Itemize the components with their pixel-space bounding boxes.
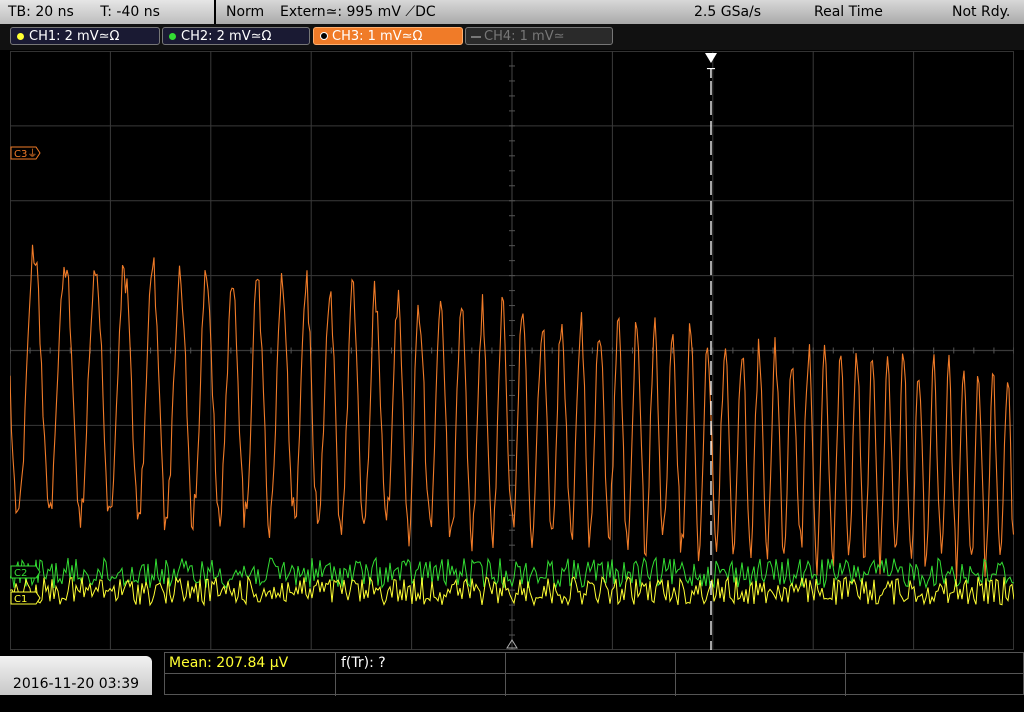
trigger-time-label: T: -40 ns <box>100 4 160 20</box>
trigger-marker-label: T <box>706 67 715 82</box>
channel-2-indicator-icon <box>169 33 176 40</box>
date-time-label: 2016-11-20 03:39 <box>12 676 140 692</box>
measurement-divider <box>505 653 506 696</box>
channel-2-button[interactable]: CH2: 2 mV≃Ω <box>162 27 310 45</box>
trigger-source: Extern≃: 995 mV ⟋DC <box>280 4 436 20</box>
channel-3-button[interactable]: CH3: 1 mV≃Ω <box>313 27 463 45</box>
channel-1-reference-marker: C1 <box>10 591 41 605</box>
channel-2-label: CH2: 2 mV≃Ω <box>181 29 272 44</box>
timebase-box[interactable]: TB: 20 ns T: -40 ns <box>0 0 214 24</box>
measurement-divider <box>165 673 1024 674</box>
waveform-plot[interactable]: T C3⏚ C2 C1 <box>10 51 1014 650</box>
channel-3-reference-marker: C3⏚ <box>10 146 41 160</box>
measurement-divider <box>845 653 846 696</box>
graticule-grid <box>10 51 1014 650</box>
acquisition-mode: Real Time <box>814 4 883 20</box>
channel-bar: CH1: 2 mV≃Ω CH2: 2 mV≃Ω CH3: 1 mV≃Ω CH4:… <box>0 24 1024 50</box>
acquisition-status[interactable]: Norm Extern≃: 995 mV ⟋DC 2.5 GSa/s Real … <box>216 0 1024 24</box>
date-time-display: 2016-11-20 03:39 <box>0 656 152 695</box>
channel-2-reference-marker: C2 <box>10 565 41 579</box>
channel-1-label: CH1: 2 mV≃Ω <box>29 29 120 44</box>
channel-2-reference-marker-text: C2 <box>14 568 27 579</box>
top-status-bar: TB: 20 ns T: -40 ns Norm Extern≃: 995 mV… <box>0 0 1024 24</box>
channel-4-off-icon <box>471 36 481 38</box>
mean-measurement: Mean: 207.84 µV <box>169 655 289 671</box>
channel-1-indicator-icon <box>17 33 24 40</box>
channel-3-reference-marker-text: C3⏚ <box>14 148 37 160</box>
measurement-panel[interactable]: Mean: 207.84 µV f(Tr): ? <box>164 652 1024 696</box>
channel-1-reference-marker-text: C1 <box>14 594 27 605</box>
measurement-divider <box>335 653 336 696</box>
channel-4-button[interactable]: CH4: 1 mV≃ <box>465 27 613 45</box>
frequency-measurement: f(Tr): ? <box>341 655 386 671</box>
trigger-mode: Norm <box>226 4 265 20</box>
channel-3-indicator-icon <box>320 32 328 40</box>
trigger-arrow-icon <box>705 53 717 63</box>
sample-rate: 2.5 GSa/s <box>694 4 762 20</box>
timebase-label: TB: 20 ns <box>8 4 74 20</box>
channel-1-button[interactable]: CH1: 2 mV≃Ω <box>10 27 160 45</box>
channel-3-label: CH3: 1 mV≃Ω <box>332 29 423 44</box>
channel-4-label: CH4: 1 mV≃ <box>484 29 565 44</box>
measurement-divider <box>675 653 676 696</box>
ready-status: Not Rdy. <box>952 4 1011 20</box>
